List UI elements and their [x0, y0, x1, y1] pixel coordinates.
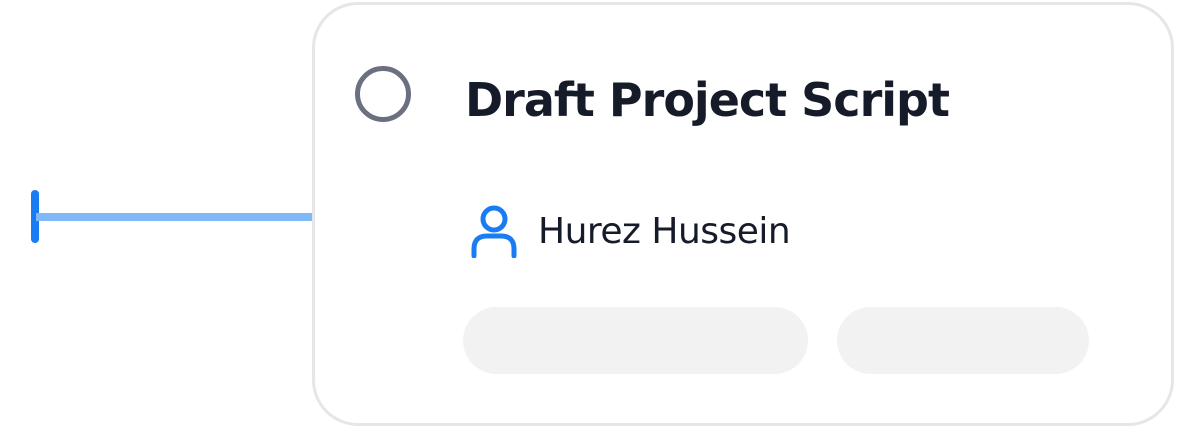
task-canvas: Draft Project Script Hurez Hussein [0, 0, 1179, 432]
task-assignee[interactable]: Hurez Hussein [470, 201, 791, 261]
task-card[interactable]: Draft Project Script Hurez Hussein [312, 2, 1174, 426]
task-status-checkbox[interactable] [355, 66, 411, 122]
timeline-connector-line [36, 213, 314, 221]
placeholder-tag [837, 307, 1089, 374]
person-icon [471, 205, 517, 258]
assignee-name: Hurez Hussein [538, 210, 791, 252]
placeholder-tag [463, 307, 808, 374]
task-title: Draft Project Script [465, 73, 950, 127]
